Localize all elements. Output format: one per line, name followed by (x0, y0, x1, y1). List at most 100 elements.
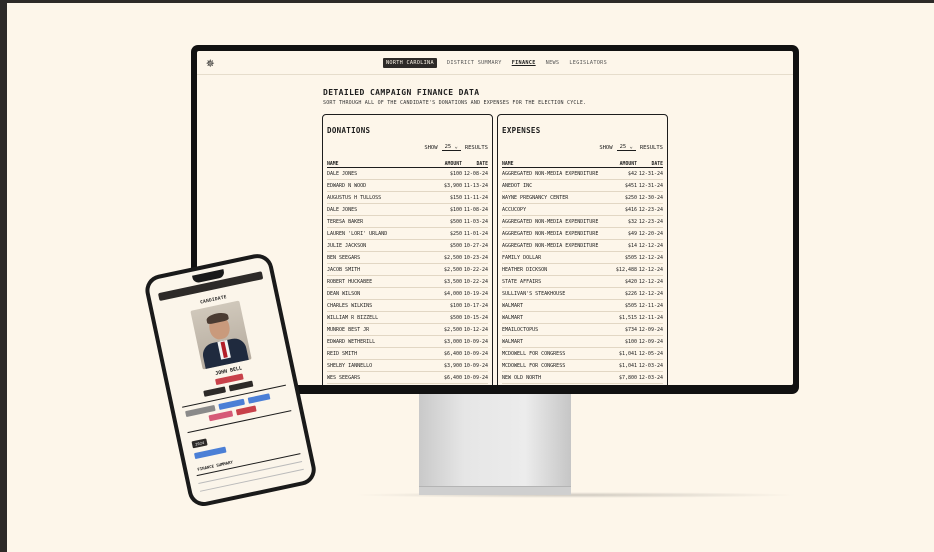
donations-title: DONATIONS (327, 126, 371, 135)
column-header-amount[interactable]: AMOUNT (445, 162, 462, 167)
column-header-date[interactable]: DATE (476, 162, 488, 167)
table-row[interactable]: NEW OLD NORTH $7,800 12-03-24 (502, 372, 663, 384)
table-row[interactable]: NC HOUSE REPUBLICAN CAUCUS$40,00012-02-2… (502, 384, 663, 385)
row-date: 12-03-24 (638, 375, 663, 381)
nav-finance[interactable]: FINANCE (512, 60, 536, 66)
table-row[interactable]: ACCUCOPY $416 12-23-24 (502, 204, 663, 216)
monitor-stand (419, 394, 571, 486)
row-name: STATE AFFAIRS (502, 279, 542, 285)
table-row[interactable]: TERESA BAKER $500 11-03-24 (327, 216, 488, 228)
table-row[interactable]: FAMILY DOLLAR $505 12-12-24 (502, 252, 663, 264)
table-row[interactable]: HEATHER DICKSON $12,488 12-12-24 (502, 264, 663, 276)
monitor-stand-base (419, 486, 571, 495)
row-date: 11-11-24 (463, 195, 488, 201)
row-name: WALMART (502, 315, 524, 321)
row-amount: $150 (449, 195, 462, 201)
tag-badge (235, 405, 257, 416)
table-row[interactable]: LAUREN 'LORI' URLAND $250 11-01-24 (327, 228, 488, 240)
results-per-page-select[interactable]: 25 ⌄ (441, 144, 461, 151)
nav-state-selector[interactable]: NORTH CAROLINA (382, 57, 437, 68)
table-row[interactable]: JACOB SMITH $2,500 10-22-24 (327, 264, 488, 276)
table-row[interactable]: WALMART $505 12-11-24 (502, 300, 663, 312)
table-row[interactable]: STATE AFFAIRS $420 12-12-24 (502, 276, 663, 288)
nav-district-summary[interactable]: DISTRICT SUMMARY (447, 60, 502, 66)
row-name: ROBERT HUCKABEE (327, 279, 373, 285)
table-row[interactable]: SULLIVAN'S STEAKHOUSE $226 12-12-24 (502, 288, 663, 300)
row-amount: $500 (449, 315, 462, 321)
table-row[interactable]: DALE JONES $100 11-08-24 (327, 204, 488, 216)
row-name: CHARLES WILKINS (327, 303, 373, 309)
row-amount: $7,800 (618, 375, 637, 381)
results-per-page-select[interactable]: 25 ⌄ (616, 144, 636, 151)
filter-chip[interactable] (194, 446, 227, 460)
table-row[interactable]: ANEDOT INC $451 12-31-24 (502, 180, 663, 192)
table-row[interactable]: MUNROE BEST JR $2,500 10-12-24 (327, 324, 488, 336)
row-amount: $12,488 (615, 267, 637, 273)
row-date: 12-23-24 (638, 219, 663, 225)
table-row[interactable]: AUGUSTUS H TULLOSS $150 11-11-24 (327, 192, 488, 204)
row-amount: $100 (449, 207, 462, 213)
table-row[interactable]: SHELBY IANNELLO $3,900 10-09-24 (327, 360, 488, 372)
row-amount: $49 (627, 231, 637, 237)
row-amount: $500 (449, 243, 462, 249)
table-row[interactable]: AGGREGATED NON-MEDIA EXPENDITURE $32 12-23… (502, 216, 663, 228)
column-header-name[interactable]: NAME (502, 162, 514, 167)
donations-panel: DONATIONS SHOW 25 ⌄ RESULTS NAME AMOUNT … (322, 114, 493, 385)
row-date: 12-31-24 (638, 183, 663, 189)
row-date: 12-12-24 (638, 243, 663, 249)
table-row[interactable]: WALMART $100 12-09-24 (502, 336, 663, 348)
row-date: 10-17-24 (463, 303, 488, 309)
row-amount: $1,041 (618, 351, 637, 357)
tag-badge (247, 393, 271, 404)
row-date: 10-23-24 (463, 255, 488, 261)
table-row[interactable]: WALMART $1,515 12-11-24 (502, 312, 663, 324)
table-row[interactable]: JULIE JACKSON $500 10-27-24 (327, 240, 488, 252)
nav-legislators[interactable]: LEGISLATORS (569, 60, 607, 66)
table-row[interactable]: WILLIAM R BIZZELL $500 10-15-24 (327, 312, 488, 324)
row-amount: $14 (627, 243, 637, 249)
compass-star-logo-icon[interactable]: ✵ (206, 56, 214, 70)
column-header-amount[interactable]: AMOUNT (620, 162, 637, 167)
table-row[interactable]: WAYNE PREGNANCY CENTER $250 12-30-24 (502, 192, 663, 204)
table-row[interactable]: WES SEEGARS $6,400 10-09-24 (327, 372, 488, 384)
table-row[interactable]: EDWARD WETHERILL $3,000 10-09-24 (327, 336, 488, 348)
table-row[interactable]: DEAN WILSON $4,000 10-19-24 (327, 288, 488, 300)
table-row[interactable]: ROBERT HUCKABEE $3,500 10-22-24 (327, 276, 488, 288)
table-row[interactable]: AGGREGATED NON-MEDIA EXPENDITURE $49 12-20… (502, 228, 663, 240)
row-name: REID SMITH (327, 351, 358, 357)
row-date: 12-08-24 (463, 171, 488, 177)
year-selector[interactable]: 2024 (191, 438, 209, 449)
table-row[interactable]: EMAILOCTOPUS $734 12-09-24 (502, 324, 663, 336)
row-amount: $505 (624, 255, 637, 261)
table-row[interactable]: DALE JONES $100 12-08-24 (327, 168, 488, 180)
row-name: WAYNE PREGNANCY CENTER (502, 195, 569, 201)
row-amount: $416 (624, 207, 637, 213)
table-row[interactable]: AVERY CORNING$1,00010-08-24 (327, 384, 488, 385)
column-header-date[interactable]: DATE (651, 162, 663, 167)
results-per-page-value: 25 (619, 144, 627, 150)
table-row[interactable]: EDWARD N WOOD $3,900 11-13-24 (327, 180, 488, 192)
show-label: SHOW (599, 144, 613, 151)
nav-news[interactable]: NEWS (546, 60, 560, 66)
column-header-name[interactable]: NAME (327, 162, 339, 167)
row-amount: $1,515 (618, 315, 637, 321)
table-row[interactable]: CHARLES WILKINS $100 10-17-24 (327, 300, 488, 312)
row-date: 12-23-24 (638, 207, 663, 213)
row-name: HEATHER DICKSON (502, 267, 548, 273)
table-row[interactable]: BEN SEEGARS $2,500 10-23-24 (327, 252, 488, 264)
chevron-down-icon: ⌄ (454, 144, 458, 150)
row-date: 12-12-24 (638, 291, 663, 297)
row-name: SULLIVAN'S STEAKHOUSE (502, 291, 566, 297)
expenses-panel: EXPENSES SHOW 25 ⌄ RESULTS NAME AMOUNT D… (497, 114, 668, 385)
table-row[interactable]: MCDOWELL FOR CONGRESS $1,041 12-05-24 (502, 348, 663, 360)
table-row[interactable]: AGGREGATED NON-MEDIA EXPENDITURE $14 12-12… (502, 240, 663, 252)
row-date: 10-09-24 (463, 339, 488, 345)
row-date: 12-12-24 (638, 267, 663, 273)
district-button[interactable] (228, 380, 254, 392)
row-amount: $2,500 (443, 255, 462, 261)
table-row[interactable]: AGGREGATED NON-MEDIA EXPENDITURE $42 12-31… (502, 168, 663, 180)
table-row[interactable]: REID SMITH $6,400 10-09-24 (327, 348, 488, 360)
row-name: NEW OLD NORTH (502, 375, 542, 381)
profile-button[interactable] (203, 386, 227, 397)
table-row[interactable]: MCDOWELL FOR CONGRESS $1,041 12-03-24 (502, 360, 663, 372)
